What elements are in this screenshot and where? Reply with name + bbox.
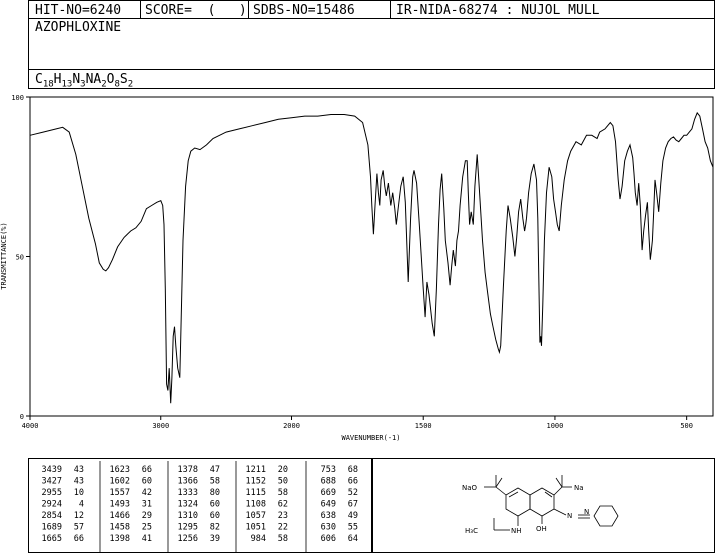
structure-frame: [372, 458, 715, 553]
x-tick-label: 3000: [152, 422, 169, 430]
x-axis-ticks: 4000 3000 2000 1500 1000 500: [22, 416, 693, 430]
x-tick-label: 1000: [547, 422, 564, 430]
y-tick-label: 50: [16, 254, 24, 262]
x-axis-label: WAVENUMBER(-1): [341, 434, 400, 442]
y-axis-ticks: 0 50 100: [11, 94, 30, 421]
x-tick-label: 500: [680, 422, 693, 430]
y-tick-label: 100: [11, 94, 24, 102]
plot-frame: [29, 96, 714, 417]
y-tick-label: 0: [20, 413, 24, 421]
peak-table-frame: [28, 458, 372, 553]
x-tick-label: 4000: [22, 422, 39, 430]
x-tick-label: 2000: [283, 422, 300, 430]
y-axis-label: TRANSMITTANCE(%): [0, 222, 8, 289]
x-tick-label: 1500: [415, 422, 432, 430]
spectrum-line: [29, 111, 714, 404]
ir-spectrum-plot: 4000 3000 2000 1500 1000 500 0 50 100 WAVENUMBE…: [0, 94, 714, 442]
